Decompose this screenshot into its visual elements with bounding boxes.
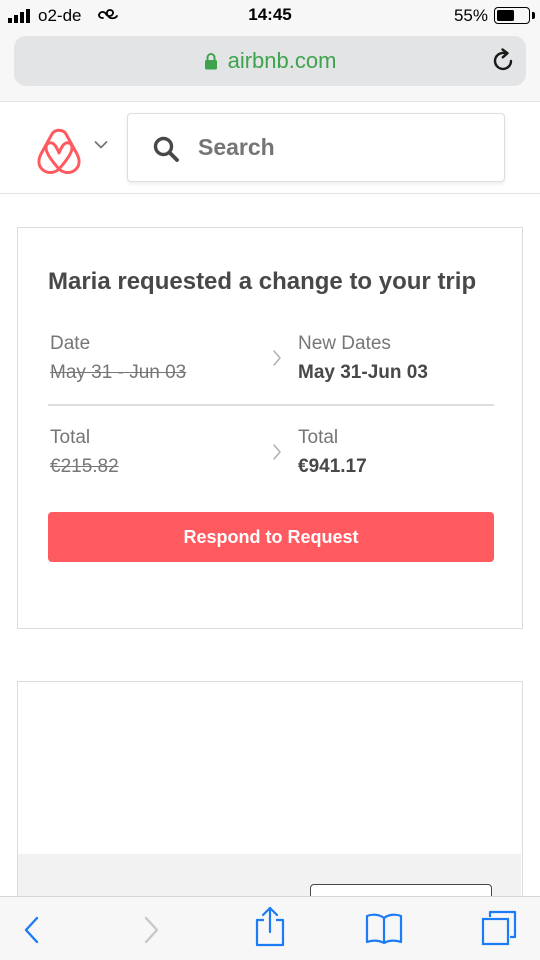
bookmarks-icon[interactable]: [364, 911, 404, 945]
old-total-cell: Total €215.82: [50, 426, 119, 479]
chevron-right-icon: [273, 350, 281, 366]
new-date-value: May 31-Jun 03: [298, 362, 428, 383]
battery-icon: [494, 7, 530, 24]
new-total-cell: Total €941.17: [298, 426, 367, 479]
old-date-cell: Date May 31 - Jun 03: [50, 332, 186, 385]
new-total-label: Total: [298, 427, 339, 448]
site-header: [0, 103, 540, 194]
share-icon[interactable]: [253, 905, 287, 947]
airbnb-logo-icon[interactable]: [36, 127, 82, 175]
browser-url-area: airbnb.com: [0, 32, 540, 102]
old-date-value: May 31 - Jun 03: [50, 362, 187, 383]
status-bar: o2-de 14:45 55%: [0, 0, 540, 32]
search-icon: [153, 136, 179, 162]
old-total-label: Total: [50, 427, 91, 448]
old-date-label: Date: [50, 333, 91, 354]
card-title: Maria requested a change to your trip: [48, 268, 477, 295]
chevron-down-icon[interactable]: [94, 140, 108, 150]
divider: [48, 404, 494, 406]
secondary-card: [17, 681, 523, 921]
chevron-right-icon: [273, 444, 281, 460]
forward-icon[interactable]: [143, 915, 161, 945]
battery-level: [497, 10, 514, 21]
battery-percent: 55%: [453, 6, 488, 25]
url-text: airbnb.com: [227, 48, 337, 73]
url-display[interactable]: airbnb.com: [14, 36, 526, 86]
new-date-cell: New Dates May 31-Jun 03: [298, 332, 428, 385]
old-total-value: €215.82: [50, 456, 119, 477]
search-input[interactable]: [198, 114, 488, 181]
respond-to-request-button[interactable]: Respond to Request: [48, 512, 494, 562]
lock-icon: [204, 53, 217, 70]
search-box[interactable]: [127, 113, 505, 182]
new-date-label: New Dates: [298, 333, 391, 354]
new-total-value: €941.17: [298, 456, 367, 477]
tabs-icon[interactable]: [480, 909, 518, 947]
address-bar[interactable]: airbnb.com: [14, 36, 526, 86]
back-icon[interactable]: [22, 915, 40, 945]
change-request-card: Maria requested a change to your trip Da…: [17, 227, 523, 629]
battery-tip: [532, 12, 535, 19]
reload-icon[interactable]: [490, 48, 516, 74]
browser-toolbar: [0, 896, 540, 960]
